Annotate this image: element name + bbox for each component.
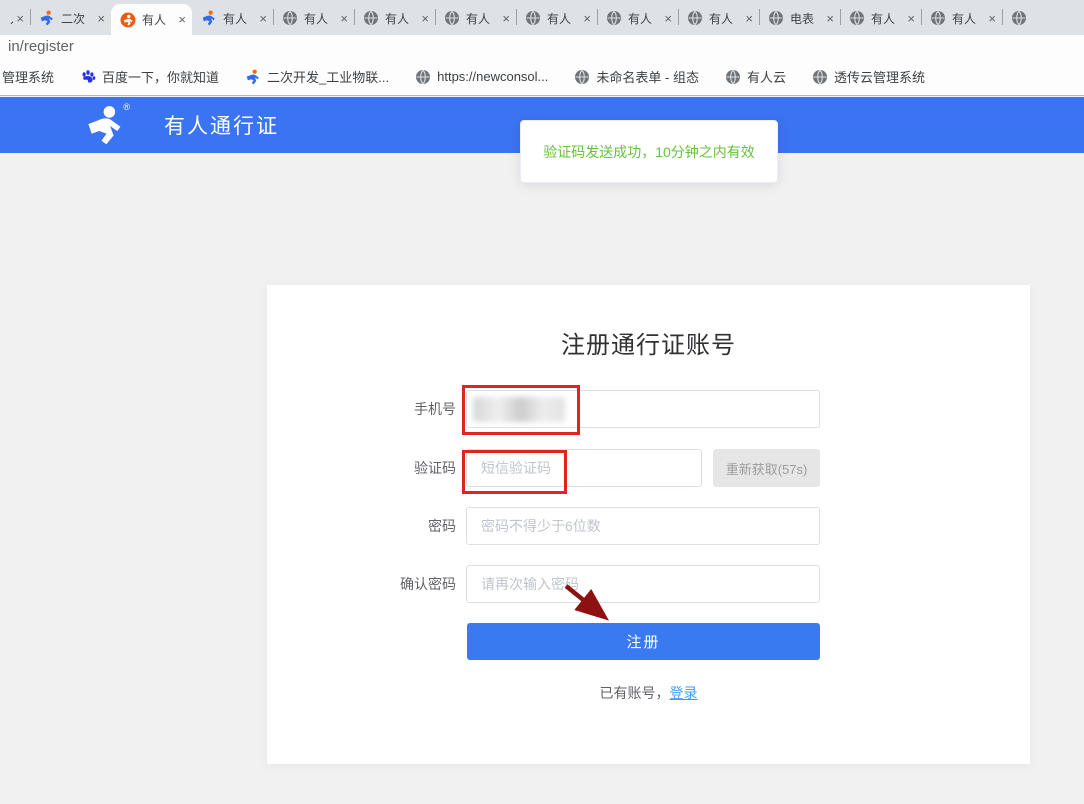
browser-tab[interactable]: 有人 × xyxy=(435,1,516,35)
tab-close-icon[interactable]: × xyxy=(988,12,996,25)
globe-icon xyxy=(574,69,590,85)
page-title: 注册通行证账号 xyxy=(267,325,1030,360)
bookmark-item[interactable]: 百度一下，你就知道 xyxy=(80,67,219,86)
browser-tab[interactable]: 有人 × xyxy=(354,1,435,35)
tab-label: 人 xyxy=(10,10,13,27)
bookmark-item[interactable]: https://newconsol... xyxy=(415,69,548,85)
globe-icon xyxy=(725,69,741,85)
globe-icon xyxy=(768,10,784,26)
login-hint-line: 已有账号，登录 xyxy=(267,683,1030,703)
bookmark-item[interactable]: 未命名表单 - 组态 xyxy=(574,67,699,86)
bookmark-label: https://newconsol... xyxy=(437,69,548,84)
toast-message: 验证码发送成功，10分钟之内有效 xyxy=(520,120,778,183)
tab-close-icon[interactable]: × xyxy=(421,12,429,25)
bookmark-item[interactable]: 有人云 xyxy=(725,67,786,86)
tab-close-icon[interactable]: × xyxy=(97,12,105,25)
tab-close-icon[interactable]: × xyxy=(178,13,186,26)
password-label: 密码 xyxy=(267,507,456,545)
browser-tab[interactable]: 有人 × xyxy=(678,1,759,35)
tab-close-icon[interactable]: × xyxy=(259,12,267,25)
url-text[interactable]: in/register xyxy=(8,38,74,55)
bookmarks-bar: 管理系统 百度一下，你就知道 二次开发_工业物联... https://newc… xyxy=(0,58,1084,96)
browser-tab[interactable]: 有人 × xyxy=(273,1,354,35)
browser-tab[interactable]: 有人 × xyxy=(840,1,921,35)
globe-icon xyxy=(930,10,946,26)
tab-close-icon[interactable]: × xyxy=(583,12,591,25)
usr-person-icon xyxy=(245,69,261,85)
usr-person-icon xyxy=(201,10,217,26)
browser-tab[interactable]: 有人 × xyxy=(192,1,273,35)
tab-label: 有人 xyxy=(547,10,580,27)
confirm-password-input[interactable] xyxy=(466,565,820,603)
browser-tab[interactable]: 电表 × xyxy=(759,1,840,35)
resend-code-button[interactable]: 重新获取(57s) xyxy=(713,449,820,487)
bookmark-label: 百度一下，你就知道 xyxy=(102,67,219,86)
bookmark-label: 管理系统 xyxy=(2,67,54,86)
globe-icon xyxy=(687,10,703,26)
globe-icon xyxy=(1011,10,1027,26)
tab-label: 有人 xyxy=(871,10,904,27)
browser-tab[interactable]: 人 × xyxy=(0,1,30,35)
globe-icon xyxy=(363,10,379,26)
tab-close-icon[interactable]: × xyxy=(745,12,753,25)
register-button[interactable]: 注册 xyxy=(467,623,820,660)
bookmark-label: 有人云 xyxy=(747,67,786,86)
globe-icon xyxy=(415,69,431,85)
globe-icon xyxy=(849,10,865,26)
bookmark-label: 透传云管理系统 xyxy=(834,67,925,86)
tab-close-icon[interactable]: × xyxy=(340,12,348,25)
register-card: 注册通行证账号 手机号 验证码 重新获取(57s) 密码 确认密码 注册 已有账… xyxy=(267,285,1030,764)
bookmark-item[interactable]: 二次开发_工业物联... xyxy=(245,67,389,86)
browser-tab[interactable] xyxy=(1002,1,1083,35)
globe-icon xyxy=(282,10,298,26)
baidu-icon xyxy=(80,69,96,85)
site-title: 有人通行证 xyxy=(164,110,279,140)
tab-close-icon[interactable]: × xyxy=(502,12,510,25)
browser-tab[interactable]: 有人 × xyxy=(921,1,1002,35)
globe-icon xyxy=(606,10,622,26)
globe-icon xyxy=(525,10,541,26)
tab-close-icon[interactable]: × xyxy=(16,12,24,25)
code-label: 验证码 xyxy=(267,449,456,487)
tab-label: 有人 xyxy=(304,10,337,27)
tab-label: 有人 xyxy=(223,10,256,27)
bookmark-item[interactable]: 透传云管理系统 xyxy=(812,67,925,86)
usr-logo-icon: ® xyxy=(84,104,126,146)
usr-orange-favicon xyxy=(120,12,136,28)
toast-text: 验证码发送成功，10分钟之内有效 xyxy=(543,142,755,162)
globe-icon xyxy=(812,69,828,85)
redacted-phone-value xyxy=(473,397,565,422)
tab-label: 有人 xyxy=(142,11,175,28)
confirm-password-label: 确认密码 xyxy=(267,565,456,603)
browser-tab-active[interactable]: 有人 × xyxy=(111,4,192,35)
code-input[interactable] xyxy=(466,449,702,487)
tab-close-icon[interactable]: × xyxy=(664,12,672,25)
usr-person-icon xyxy=(39,10,55,26)
tab-close-icon[interactable]: × xyxy=(907,12,915,25)
tab-close-icon[interactable]: × xyxy=(826,12,834,25)
address-bar-row: in/register xyxy=(0,35,1084,58)
registered-mark: ® xyxy=(123,102,130,112)
login-hint-text: 已有账号， xyxy=(600,685,670,701)
bookmark-item[interactable]: 管理系统 xyxy=(2,67,54,86)
tab-label: 电表 xyxy=(790,10,823,27)
browser-tab-strip: 人 × 二次 × 有人 × 有人 × 有人 × 有人 × 有人 × 有人 × 有… xyxy=(0,0,1084,35)
bookmark-label: 二次开发_工业物联... xyxy=(267,67,389,86)
tab-label: 有人 xyxy=(466,10,499,27)
tab-label: 二次 xyxy=(61,10,94,27)
tab-label: 有人 xyxy=(385,10,418,27)
browser-tab[interactable]: 有人 × xyxy=(516,1,597,35)
phone-label: 手机号 xyxy=(267,390,456,428)
bookmark-label: 未命名表单 - 组态 xyxy=(596,67,699,86)
login-link[interactable]: 登录 xyxy=(670,685,698,701)
browser-tab[interactable]: 有人 × xyxy=(597,1,678,35)
password-input[interactable] xyxy=(466,507,820,545)
globe-icon xyxy=(444,10,460,26)
tab-label: 有人 xyxy=(628,10,661,27)
tab-label: 有人 xyxy=(709,10,742,27)
tab-label: 有人 xyxy=(952,10,985,27)
browser-tab[interactable]: 二次 × xyxy=(30,1,111,35)
